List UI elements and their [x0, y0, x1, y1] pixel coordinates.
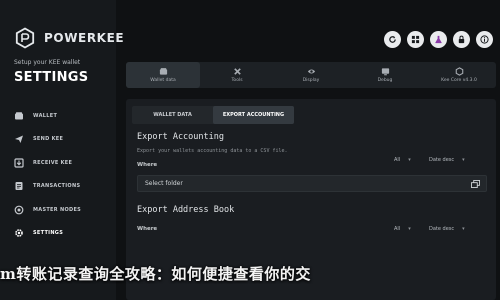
sidebar-item-label: MASTER NODES	[33, 206, 82, 213]
grid-icon	[411, 35, 420, 44]
lock-button[interactable]	[453, 31, 470, 48]
chevron-down-icon: ▾	[462, 225, 465, 232]
settings-icon	[14, 228, 24, 238]
sidebar-item-label: WALLET	[33, 112, 58, 119]
tools-icon	[233, 68, 241, 75]
refresh-icon	[389, 36, 396, 43]
export-accounting-sort-select[interactable]: Date desc ▾	[429, 154, 465, 165]
sidebar: POWERKEE Setup your KEE wallet SETTINGS …	[0, 0, 124, 300]
subtab-export-accounting[interactable]: EXPORT ACCOUNTING	[213, 106, 294, 124]
chevron-down-icon: ▾	[462, 156, 465, 163]
wallet-icon	[14, 111, 24, 121]
sidebar-item-label: SEND KEE	[33, 136, 64, 143]
logo-text: POWERKEE	[44, 31, 125, 45]
sidebar-item-label: TRANSACTIONS	[33, 183, 81, 190]
subtab-wallet-data[interactable]: WALLET DATA	[132, 106, 213, 124]
sort-value: Date desc	[429, 225, 455, 232]
export-accounting-description: Export your wallets accounting data to a…	[137, 148, 288, 154]
folder-field-value: Select folder	[145, 180, 183, 187]
export-address-book-filter-select[interactable]: All ▾	[394, 223, 411, 234]
tab-label: Debug	[377, 78, 393, 83]
sidebar-item-send-kee[interactable]: SEND KEE	[0, 128, 116, 152]
grid-button[interactable]	[407, 31, 424, 48]
export-address-book-sort-select[interactable]: Date desc ▾	[429, 223, 465, 234]
tab-label: Display	[302, 78, 320, 83]
export-address-book-title: Export Address Book	[137, 205, 235, 215]
tab-kee-core[interactable]: Kee Core v4.3.0	[422, 62, 496, 88]
sort-value: Date desc	[429, 156, 455, 163]
chevron-down-icon: ▾	[408, 225, 411, 232]
sidebar-item-label: SETTINGS	[33, 230, 64, 237]
export-accounting-filter-select[interactable]: All ▾	[394, 154, 411, 165]
sidebar-item-master-nodes[interactable]: MASTER NODES	[0, 198, 116, 222]
master-nodes-icon	[14, 205, 24, 215]
sidebar-item-wallet[interactable]: WALLET	[0, 104, 116, 128]
tab-label: Kee Core v4.3.0	[441, 78, 477, 83]
sidebar-item-label: RECEIVE KEE	[33, 159, 73, 166]
top-toolbar	[384, 31, 493, 48]
setup-subtitle: Setup your KEE wallet	[14, 59, 81, 66]
kee-core-icon	[455, 67, 463, 76]
tab-label: Tools	[231, 78, 243, 83]
info-icon	[480, 35, 489, 44]
settings-tabs: Wallet data Tools Display Debug Kee Core…	[126, 62, 496, 88]
lock-icon	[458, 35, 465, 44]
export-address-book-where-label: Where	[137, 226, 158, 232]
export-accounting-where-label: Where	[137, 162, 158, 168]
flask-icon	[435, 35, 442, 44]
tab-wallet-data[interactable]: Wallet data	[126, 62, 200, 88]
sidebar-item-receive-kee[interactable]: RECEIVE KEE	[0, 151, 116, 175]
export-accounting-folder-field[interactable]: Select folder	[137, 175, 487, 192]
chevron-down-icon: ▾	[408, 156, 411, 163]
tab-tools[interactable]: Tools	[200, 62, 274, 88]
page-title: SETTINGS	[14, 70, 89, 85]
export-accounting-title: Export Accounting	[137, 132, 224, 142]
flask-button[interactable]	[430, 31, 447, 48]
debug-icon	[381, 68, 389, 76]
filter-value: All	[394, 225, 401, 232]
copy-icon[interactable]	[471, 180, 480, 188]
tab-display[interactable]: Display	[274, 62, 348, 88]
tab-debug[interactable]: Debug	[348, 62, 422, 88]
overlay-headline: m转账记录查询全攻略：如何便捷查看你的交	[0, 265, 311, 283]
info-button[interactable]	[476, 31, 493, 48]
refresh-button[interactable]	[384, 31, 401, 48]
filter-value: All	[394, 156, 401, 163]
send-icon	[14, 134, 24, 144]
sidebar-nav: WALLET SEND KEE RECEIVE KEE TRANSACTIONS…	[0, 104, 116, 245]
transactions-icon	[14, 181, 24, 191]
wallet-data-icon	[159, 68, 167, 75]
subtabs: WALLET DATA EXPORT ACCOUNTING	[132, 106, 294, 124]
receive-icon	[14, 158, 24, 168]
powerkee-logo-icon	[15, 27, 35, 49]
display-icon	[307, 69, 315, 74]
sidebar-item-settings[interactable]: SETTINGS	[0, 222, 116, 246]
tab-label: Wallet data	[150, 78, 176, 83]
logo: POWERKEE	[14, 27, 124, 49]
sidebar-item-transactions[interactable]: TRANSACTIONS	[0, 175, 116, 199]
